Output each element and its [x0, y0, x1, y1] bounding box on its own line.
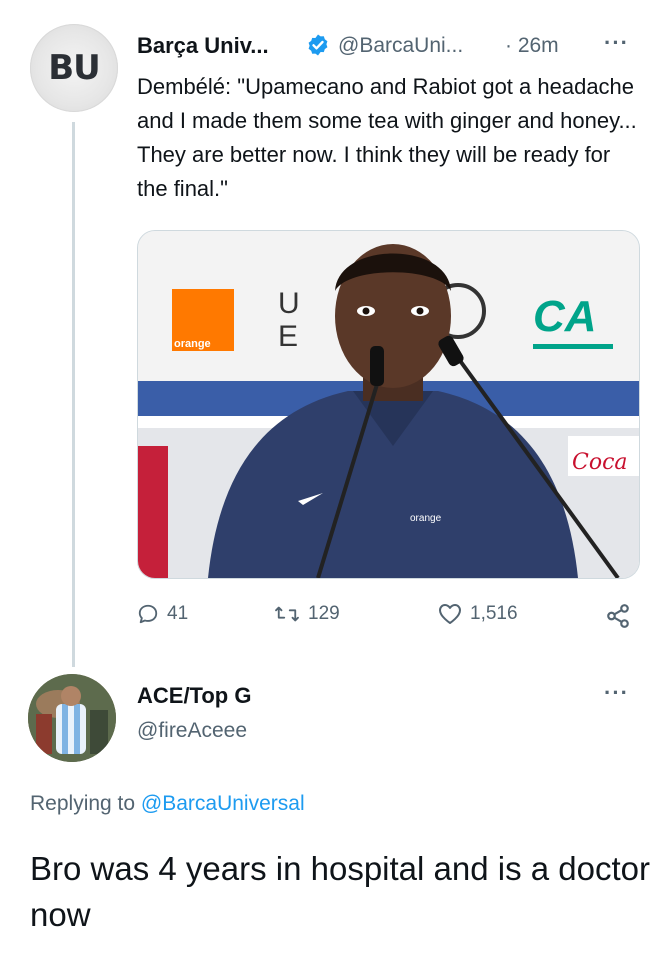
avatar-fireaceee[interactable]: [28, 674, 116, 762]
backdrop-partial-text: U: [278, 287, 300, 320]
credit-agricole-logo: CA: [533, 292, 597, 341]
press-conference-photo: orange U E CA Coca orange: [138, 231, 639, 578]
replying-to-label: Replying to: [30, 792, 141, 815]
reply-text: Bro was 4 years in hospital and is a doc…: [30, 850, 650, 933]
tweet-timestamp[interactable]: · 26m: [505, 34, 559, 58]
replying-to-line: Replying to @BarcaUniversal: [30, 792, 305, 816]
tweet-media-image[interactable]: orange U E CA Coca orange: [137, 230, 640, 579]
avatar-image: [28, 674, 116, 762]
more-icon[interactable]: ···: [604, 30, 629, 56]
reply-count: 41: [167, 603, 189, 624]
like-count: 1,516: [470, 603, 518, 624]
replying-to-mention-link[interactable]: @BarcaUniversal: [141, 792, 305, 815]
more-icon[interactable]: ···: [604, 680, 629, 706]
tweet-author-name[interactable]: Barça Univ...: [137, 33, 269, 59]
tweet-text: Dembélé: "Upamecano and Rabiot got a hea…: [137, 74, 637, 201]
like-button[interactable]: 1,516: [438, 603, 518, 625]
tweet-author-handle[interactable]: @BarcaUni...: [338, 34, 463, 58]
coca-cola-logo: Coca: [572, 450, 628, 475]
like-icon: [439, 604, 461, 624]
reply-author-handle[interactable]: @fireAceee: [137, 719, 247, 743]
avatar-initials: BU: [48, 48, 101, 88]
reply-author-name[interactable]: ACE/Top G: [137, 683, 251, 709]
orange-logo-text: orange: [174, 338, 211, 350]
svg-text:orange: orange: [410, 513, 442, 524]
avatar-barca-universal[interactable]: BU: [30, 24, 118, 112]
reply-icon: [138, 604, 158, 624]
retweet-count: 129: [308, 603, 340, 624]
verified-badge-icon: [308, 34, 328, 56]
thread-connector-line: [72, 122, 75, 667]
svg-text:E: E: [278, 320, 298, 353]
retweet-icon: [275, 606, 299, 622]
share-icon: [607, 604, 629, 628]
share-button[interactable]: [605, 603, 631, 629]
reply-button[interactable]: 41: [137, 603, 188, 625]
retweet-button[interactable]: 129: [274, 603, 340, 625]
